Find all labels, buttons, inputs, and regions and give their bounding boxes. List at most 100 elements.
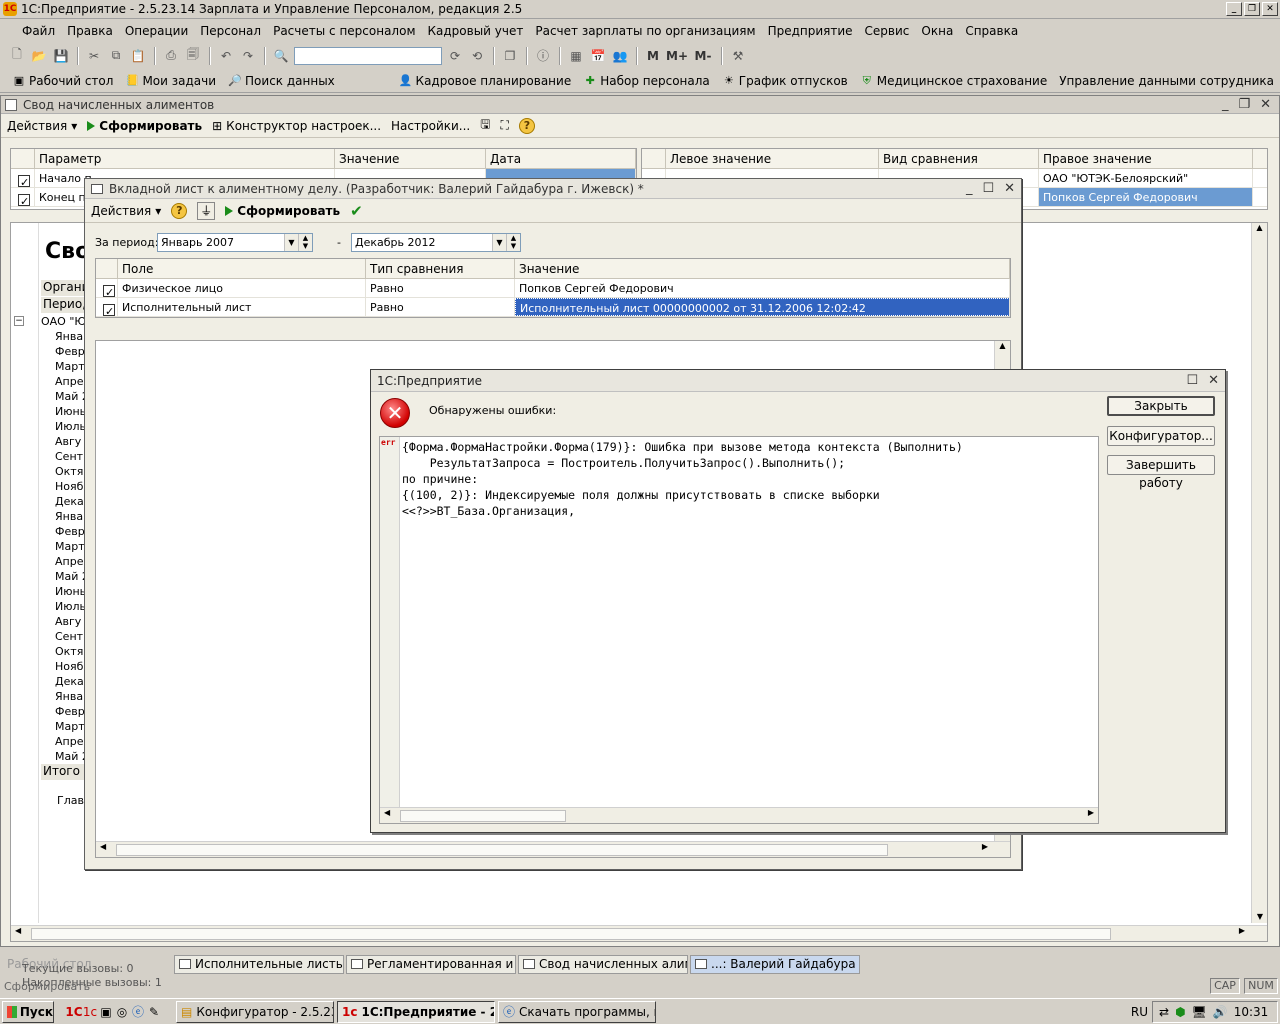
quicklaunch-ie-icon[interactable]: ⓔ bbox=[130, 1004, 146, 1020]
menu-service[interactable]: Сервис bbox=[859, 24, 916, 38]
memory-button[interactable]: M bbox=[644, 47, 662, 65]
quicklaunch-1c2-icon[interactable]: 1с bbox=[82, 1004, 98, 1020]
report-hscroll[interactable]: ◀ ▶ bbox=[11, 925, 1267, 941]
error-hscroll[interactable]: ◀ ▶ bbox=[380, 807, 1098, 823]
exit-button[interactable]: Завершить работу bbox=[1107, 455, 1215, 490]
taskbar-lang[interactable]: RU bbox=[1131, 1005, 1148, 1019]
tab-exec-lists[interactable]: Исполнительные листы [Ис... bbox=[174, 954, 344, 974]
tab-attachment-sheet[interactable]: ...: Валерий Гайдабура г. И... bbox=[690, 954, 860, 974]
filter-toggle-icon[interactable]: ⏚ bbox=[197, 201, 216, 220]
tab-alimony-summary[interactable]: Свод начисленных алимент... bbox=[518, 954, 688, 974]
search-combo[interactable] bbox=[294, 46, 442, 65]
task-browser[interactable]: ⓔСкачать программы, ко... bbox=[498, 1000, 656, 1023]
configurator-button[interactable]: Конфигуратор... bbox=[1107, 426, 1215, 446]
restore-button[interactable]: ❐ bbox=[1244, 2, 1260, 16]
help-icon[interactable]: ? bbox=[171, 202, 188, 219]
collapse-icon[interactable]: − bbox=[14, 316, 24, 326]
save-icon[interactable]: 💾 bbox=[52, 47, 70, 65]
open-icon[interactable]: 📂 bbox=[30, 47, 48, 65]
quicklaunch-tool-icon[interactable]: ✎ bbox=[146, 1004, 162, 1020]
row-checkbox[interactable] bbox=[103, 283, 115, 297]
quicklaunch-browser-icon[interactable]: ◎ bbox=[114, 1004, 130, 1020]
chevron-down-icon[interactable]: ▼ bbox=[284, 234, 298, 251]
param-checkbox[interactable] bbox=[18, 192, 30, 206]
info-icon[interactable]: ⓘ bbox=[534, 47, 552, 65]
chevron-down-icon[interactable]: ▼ bbox=[492, 234, 506, 251]
find-prev-icon[interactable]: ⟲ bbox=[468, 47, 486, 65]
spinner-icon[interactable]: ▲ ▼ bbox=[298, 234, 312, 251]
checkmark-icon[interactable]: ✔ bbox=[350, 202, 363, 220]
menu-help[interactable]: Справка bbox=[959, 24, 1024, 38]
undo-icon[interactable]: ↶ bbox=[217, 47, 235, 65]
dialog1-generate-button[interactable]: Сформировать bbox=[225, 204, 340, 218]
menu-payroll[interactable]: Расчет зарплаты по организациям bbox=[529, 24, 761, 38]
tools-icon[interactable]: ⚒ bbox=[729, 47, 747, 65]
menu-edit[interactable]: Правка bbox=[61, 24, 119, 38]
period-to-field[interactable]: Декабрь 2012 ▼ ▲ ▼ bbox=[351, 233, 521, 252]
minimize-button[interactable]: _ bbox=[1226, 2, 1242, 16]
error-maximize-button[interactable]: ☐ bbox=[1186, 373, 1198, 388]
start-button[interactable]: Пуск bbox=[2, 1000, 54, 1023]
memory-plus-button[interactable]: M+ bbox=[666, 47, 688, 65]
preview-icon[interactable]: 🗐 bbox=[184, 47, 202, 65]
link-medical-insurance[interactable]: ⛨ Медицинское страхование bbox=[854, 74, 1053, 88]
users-icon[interactable]: 👥 bbox=[611, 47, 629, 65]
dialog1-actions-menu[interactable]: Действия ▾ bbox=[91, 204, 161, 218]
cut-icon[interactable]: ✂ bbox=[85, 47, 103, 65]
link-vacation-schedule[interactable]: ☀ График отпусков bbox=[716, 74, 854, 88]
settings-button[interactable]: Настройки... bbox=[391, 119, 470, 133]
tray-antivirus-icon[interactable]: ⬢ bbox=[1175, 1005, 1185, 1019]
menu-enterprise[interactable]: Предприятие bbox=[762, 24, 859, 38]
table-row[interactable]: Исполнительный лист Равно Исполнительный… bbox=[96, 298, 1010, 317]
menu-settlements[interactable]: Расчеты с персоналом bbox=[267, 24, 421, 38]
close-button[interactable]: ✕ bbox=[1262, 2, 1278, 16]
error-text-area[interactable]: err {Форма.ФормаНастройки.Форма(179)}: О… bbox=[379, 436, 1099, 824]
report-vscroll[interactable]: ▲ ▼ bbox=[1251, 223, 1267, 923]
memory-minus-button[interactable]: M- bbox=[692, 47, 714, 65]
link-my-tasks[interactable]: 📒 Мои задачи bbox=[119, 74, 222, 88]
search-icon[interactable]: 🔍 bbox=[272, 47, 290, 65]
windows-icon[interactable]: ❐ bbox=[501, 47, 519, 65]
dialog1-minimize-button[interactable]: _ bbox=[966, 181, 973, 196]
table-icon[interactable]: ▦ bbox=[567, 47, 585, 65]
dialog1-restore-button[interactable]: ☐ bbox=[982, 181, 994, 196]
task-configurator[interactable]: ▤Конфигуратор - 2.5.23.... bbox=[176, 1000, 334, 1023]
main-close-button[interactable]: ✕ bbox=[1260, 97, 1271, 112]
link-data-search[interactable]: 🔎 Поиск данных bbox=[222, 74, 341, 88]
main-minimize-button[interactable]: _ bbox=[1222, 97, 1229, 112]
calendar-icon[interactable]: 📅 bbox=[589, 47, 607, 65]
generate-button[interactable]: Сформировать bbox=[87, 119, 202, 133]
error-close-button[interactable]: ✕ bbox=[1208, 373, 1219, 388]
menu-personnel[interactable]: Персонал bbox=[194, 24, 267, 38]
link-recruitment[interactable]: ✚ Набор персонала bbox=[577, 74, 716, 88]
menu-windows[interactable]: Окна bbox=[915, 24, 959, 38]
tab-regulated[interactable]: Регламентированная и фин... bbox=[346, 954, 516, 974]
table-row[interactable]: Физическое лицо Равно Попков Сергей Федо… bbox=[96, 279, 1010, 298]
quicklaunch-1c-icon[interactable]: 1С bbox=[65, 1004, 82, 1020]
filter-icon[interactable]: ⛶ bbox=[500, 118, 508, 133]
find-next-icon[interactable]: ⟳ bbox=[446, 47, 464, 65]
param-checkbox[interactable] bbox=[18, 173, 30, 187]
row-checkbox[interactable] bbox=[103, 302, 115, 316]
link-hr-planning[interactable]: 👤 Кадровое планирование bbox=[393, 74, 578, 88]
menu-operations[interactable]: Операции bbox=[119, 24, 194, 38]
paste-icon[interactable]: 📋 bbox=[129, 47, 147, 65]
link-employee-data[interactable]: Управление данными сотрудника bbox=[1053, 74, 1280, 88]
print-icon[interactable]: ⎙ bbox=[162, 47, 180, 65]
spinner-icon[interactable]: ▲ ▼ bbox=[506, 234, 520, 251]
tray-monitor-icon[interactable]: 🖥 bbox=[1192, 1005, 1207, 1019]
constructor-button[interactable]: ⊞ Конструктор настроек... bbox=[212, 119, 381, 133]
task-1c-enterprise[interactable]: 1с1С:Предприятие - 2.5.... bbox=[337, 1000, 495, 1023]
redo-icon[interactable]: ↷ bbox=[239, 47, 257, 65]
copy-icon[interactable]: ⧉ bbox=[107, 47, 125, 65]
menu-hr[interactable]: Кадровый учет bbox=[422, 24, 530, 38]
new-icon[interactable]: 🗋 bbox=[8, 47, 26, 65]
actions-menu[interactable]: Действия ▾ bbox=[7, 119, 77, 133]
link-desktop[interactable]: ▣ Рабочий стол bbox=[6, 74, 119, 88]
close-dialog-button[interactable]: Закрыть bbox=[1107, 396, 1215, 416]
tray-volume-icon[interactable]: 🔊 bbox=[1213, 1005, 1228, 1019]
help-icon[interactable]: ? bbox=[518, 117, 535, 134]
export-icon[interactable]: 🖫 bbox=[480, 115, 490, 136]
dialog1-close-button[interactable]: ✕ bbox=[1004, 181, 1015, 196]
main-restore-button[interactable]: ❐ bbox=[1238, 97, 1250, 112]
